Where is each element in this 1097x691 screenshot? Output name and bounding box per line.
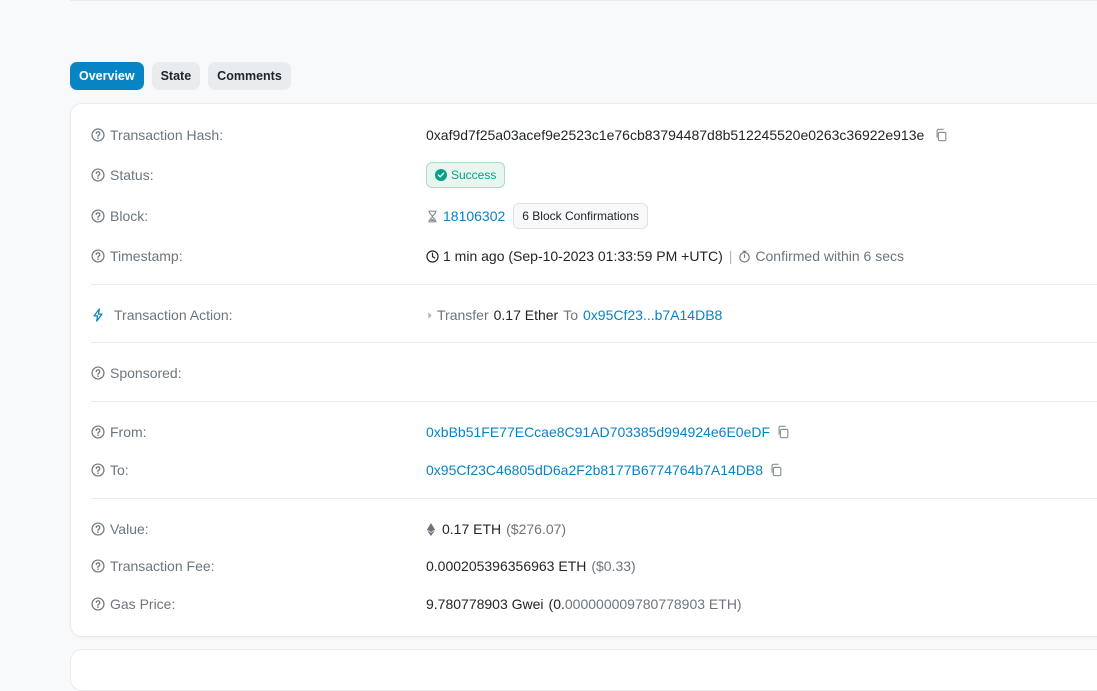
value-usd: ($276.07) <box>506 521 567 537</box>
copy-icon[interactable] <box>776 425 790 439</box>
question-circle-icon[interactable] <box>91 209 105 223</box>
transaction-overview-card: Transaction Hash: 0xaf9d7f25a03acef9e252… <box>70 103 1097 637</box>
section-divider <box>91 498 1097 499</box>
row-sponsored: Sponsored: <box>91 361 1097 385</box>
row-gas-price: Gas Price: 9.780778903 Gwei (0. 000000009… <box>91 592 1097 616</box>
question-circle-icon[interactable] <box>91 249 105 263</box>
row-status: Status: Success <box>91 162 1097 188</box>
value-amount: 0.17 ETH <box>442 521 502 537</box>
row-value: Value: 0.17 ETH ($276.07) <box>91 517 1097 541</box>
row-to: To: 0x95Cf23C46805dD6a2F2b8177B6774764b7… <box>91 458 1097 482</box>
question-circle-icon[interactable] <box>91 597 105 611</box>
copy-icon[interactable] <box>769 463 783 477</box>
section-divider <box>91 284 1097 285</box>
check-circle-icon <box>435 169 447 181</box>
label-timestamp: Timestamp: <box>110 248 183 264</box>
row-transaction-action: Transaction Action: Transfer 0.17 Ether … <box>91 303 1097 327</box>
question-circle-icon[interactable] <box>91 425 105 439</box>
action-amount: 0.17 Ether <box>493 307 559 323</box>
question-circle-icon[interactable] <box>91 522 105 536</box>
label-transaction-action: Transaction Action: <box>114 307 233 323</box>
action-to-word: To <box>563 307 579 323</box>
tab-state[interactable]: State <box>151 62 201 90</box>
section-divider <box>91 401 1097 402</box>
row-from: From: 0xbBb51FE77ECcae8C91AD703385d99492… <box>91 420 1097 444</box>
caret-right-icon <box>426 309 434 322</box>
block-confirmations-badge: 6 Block Confirmations <box>513 203 649 229</box>
question-circle-icon[interactable] <box>91 559 105 573</box>
label-status: Status: <box>110 167 154 183</box>
gas-price-gwei: 9.780778903 Gwei <box>426 596 544 612</box>
question-circle-icon[interactable] <box>91 463 105 477</box>
label-gas-price: Gas Price: <box>110 596 176 612</box>
from-address-link[interactable]: 0xbBb51FE77ECcae8C91AD703385d994924e6E0e… <box>426 424 770 440</box>
section-divider <box>91 342 1097 343</box>
action-to-address-link[interactable]: 0x95Cf23...b7A14DB8 <box>583 307 722 323</box>
label-transaction-fee: Transaction Fee: <box>110 558 215 574</box>
label-sponsored: Sponsored: <box>110 365 182 381</box>
lightning-icon <box>91 308 105 322</box>
next-section-card <box>70 649 1097 691</box>
action-verb: Transfer <box>437 307 489 323</box>
confirmed-within-text: Confirmed within 6 secs <box>755 248 905 264</box>
question-circle-icon[interactable] <box>91 168 105 182</box>
ethereum-icon <box>426 522 436 536</box>
label-value: Value: <box>110 521 149 537</box>
gas-price-eth-rest: 000000009780778903 ETH) <box>564 596 742 612</box>
label-transaction-hash: Transaction Hash: <box>110 127 224 143</box>
top-divider <box>70 0 1097 1</box>
tab-comments[interactable]: Comments <box>208 62 291 90</box>
label-to: To: <box>110 462 129 478</box>
row-timestamp: Timestamp: 1 min ago (Sep-10-2023 01:33:… <box>91 244 1097 268</box>
question-circle-icon[interactable] <box>91 128 105 142</box>
status-badge: Success <box>426 162 506 188</box>
fee-amount: 0.000205396356963 ETH <box>426 558 587 574</box>
clock-icon <box>426 249 439 263</box>
stopwatch-icon <box>738 250 751 263</box>
hourglass-icon <box>426 210 439 223</box>
question-circle-icon[interactable] <box>91 366 105 380</box>
block-number-link[interactable]: 18106302 <box>443 208 505 224</box>
timestamp-separator: | <box>728 248 733 264</box>
label-block: Block: <box>110 208 149 224</box>
label-from: From: <box>110 424 147 440</box>
to-address-link[interactable]: 0x95Cf23C46805dD6a2F2b8177B6774764b7A14D… <box>426 462 763 478</box>
timestamp-value: 1 min ago (Sep-10-2023 01:33:59 PM +UTC) <box>443 248 723 264</box>
copy-icon[interactable] <box>934 128 948 142</box>
tab-bar: Overview State Comments <box>70 62 291 90</box>
row-transaction-fee: Transaction Fee: 0.000205396356963 ETH (… <box>91 554 1097 578</box>
row-block: Block: 18106302 6 Block Confirmations <box>91 203 1097 229</box>
fee-usd: ($0.33) <box>591 558 636 574</box>
tab-overview[interactable]: Overview <box>70 62 144 90</box>
status-text: Success <box>451 168 497 182</box>
gas-price-eth-open: (0. <box>548 596 565 612</box>
row-transaction-hash: Transaction Hash: 0xaf9d7f25a03acef9e252… <box>91 123 1097 147</box>
transaction-hash-value: 0xaf9d7f25a03acef9e2523c1e76cb83794487d8… <box>426 127 925 143</box>
